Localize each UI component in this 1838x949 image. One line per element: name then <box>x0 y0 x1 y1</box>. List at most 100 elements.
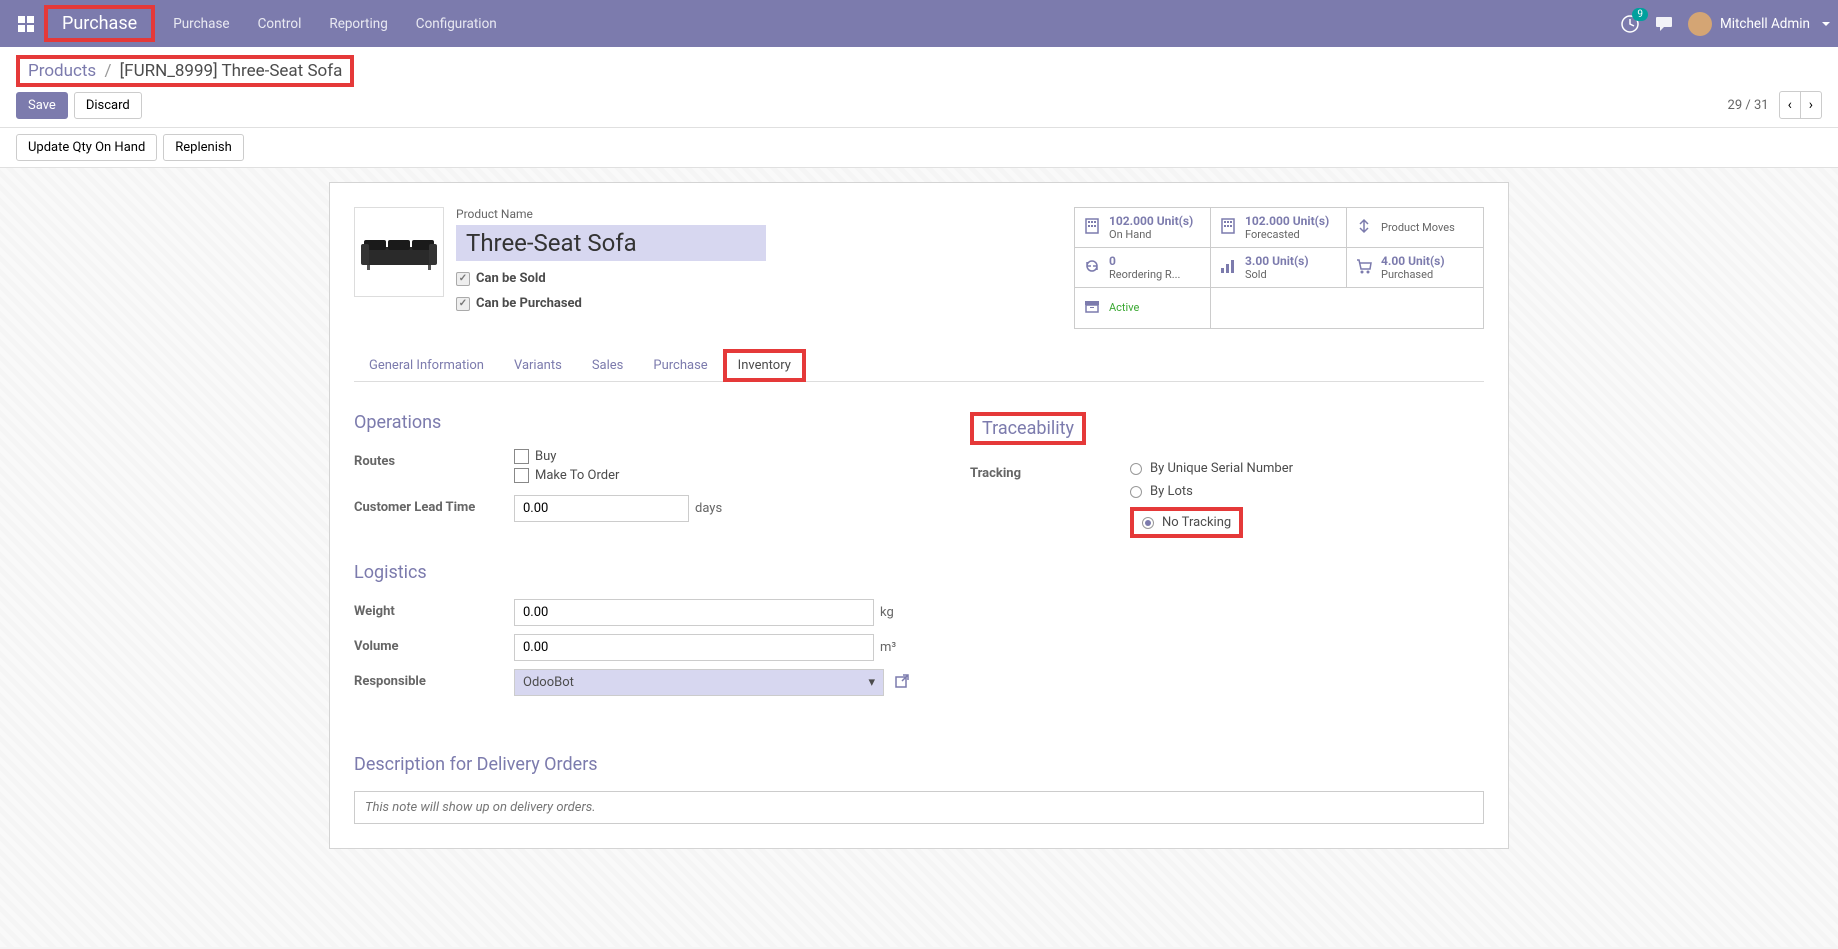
description-title: Description for Delivery Orders <box>354 754 1484 775</box>
control-panel: Products / [FURN_8999] Three-Seat Sofa S… <box>0 47 1838 128</box>
route-buy-label: Buy <box>535 449 556 464</box>
forecasted-value: 102.000 Unit(s) <box>1245 214 1329 228</box>
active-label: Active <box>1109 301 1139 314</box>
tab-purchase[interactable]: Purchase <box>638 349 722 382</box>
weight-input[interactable] <box>514 599 874 626</box>
product-name-label: Product Name <box>456 207 1062 221</box>
breadcrumb: Products / [FURN_8999] Three-Seat Sofa <box>16 55 354 87</box>
tracking-label: Tracking <box>970 461 1130 481</box>
tabs: General Information Variants Sales Purch… <box>354 349 1484 382</box>
cart-icon <box>1355 257 1373 279</box>
operations-title: Operations <box>354 412 910 433</box>
menu-purchase[interactable]: Purchase <box>173 16 229 32</box>
responsible-value: OdooBot <box>523 675 574 690</box>
user-menu[interactable]: Mitchell Admin <box>1688 12 1830 36</box>
external-link-icon[interactable] <box>894 673 910 693</box>
volume-label: Volume <box>354 634 514 654</box>
messages-icon[interactable] <box>1654 14 1674 34</box>
exchange-icon <box>1355 217 1373 239</box>
stat-purchased[interactable]: 4.00 Unit(s)Purchased <box>1347 248 1483 288</box>
avatar <box>1688 12 1712 36</box>
tracking-none-radio[interactable] <box>1142 517 1154 529</box>
user-name: Mitchell Admin <box>1720 16 1810 32</box>
purchased-label: Purchased <box>1381 268 1445 281</box>
stat-sold[interactable]: 3.00 Unit(s)Sold <box>1211 248 1347 288</box>
tracking-none-label: No Tracking <box>1162 515 1231 530</box>
responsible-label: Responsible <box>354 669 514 689</box>
building-icon <box>1219 217 1237 239</box>
tracking-lots-radio[interactable] <box>1130 486 1142 498</box>
breadcrumb-link[interactable]: Products <box>28 61 96 81</box>
tab-inventory[interactable]: Inventory <box>723 349 806 382</box>
pager: 29 / 31 ‹ › <box>1728 91 1822 119</box>
archive-icon <box>1083 297 1101 319</box>
product-name-input[interactable] <box>456 225 766 261</box>
lead-time-input[interactable] <box>514 495 689 522</box>
stat-moves[interactable]: Product Moves <box>1347 208 1483 248</box>
replenish-button[interactable]: Replenish <box>163 134 243 161</box>
logistics-title: Logistics <box>354 562 910 583</box>
menu-control[interactable]: Control <box>258 16 302 32</box>
stat-buttons: 102.000 Unit(s)On Hand 102.000 Unit(s)Fo… <box>1074 207 1484 329</box>
purchased-value: 4.00 Unit(s) <box>1381 254 1445 268</box>
forecasted-label: Forecasted <box>1245 228 1329 241</box>
pager-text: 29 / 31 <box>1728 98 1769 113</box>
pager-prev[interactable]: ‹ <box>1779 91 1801 119</box>
tab-sales[interactable]: Sales <box>577 349 639 382</box>
menu-reporting[interactable]: Reporting <box>329 16 387 32</box>
stat-reorder[interactable]: 0Reordering R... <box>1075 248 1211 288</box>
app-title: Purchase <box>44 5 155 42</box>
pager-next[interactable]: › <box>1801 91 1822 119</box>
volume-input[interactable] <box>514 634 874 661</box>
lead-time-unit: days <box>689 496 728 521</box>
description-textarea[interactable] <box>354 791 1484 824</box>
weight-label: Weight <box>354 599 514 619</box>
breadcrumb-current: [FURN_8999] Three-Seat Sofa <box>120 61 343 81</box>
discard-button[interactable]: Discard <box>74 92 142 119</box>
route-mto-label: Make To Order <box>535 468 619 483</box>
tab-variants[interactable]: Variants <box>499 349 577 382</box>
save-button[interactable]: Save <box>16 92 68 119</box>
chevron-down-icon <box>1822 22 1830 26</box>
activities-icon[interactable]: 9 <box>1620 14 1640 34</box>
can-be-purchased-label: Can be Purchased <box>476 296 582 311</box>
tab-general[interactable]: General Information <box>354 349 499 382</box>
routes-label: Routes <box>354 449 514 469</box>
on-hand-label: On Hand <box>1109 228 1193 241</box>
chevron-down-icon: ▾ <box>868 675 875 690</box>
stat-forecasted[interactable]: 102.000 Unit(s)Forecasted <box>1211 208 1347 248</box>
form-sheet: Product Name ✓ Can be Sold ✓ Can be Purc… <box>329 182 1509 849</box>
stat-active[interactable]: Active <box>1075 288 1211 328</box>
activities-badge: 9 <box>1632 8 1648 21</box>
apps-icon[interactable] <box>8 6 44 42</box>
tracking-serial-label: By Unique Serial Number <box>1150 461 1293 476</box>
moves-label: Product Moves <box>1381 221 1455 234</box>
menu-configuration[interactable]: Configuration <box>416 16 497 32</box>
breadcrumb-sep: / <box>104 61 111 81</box>
route-mto-checkbox[interactable] <box>514 468 529 483</box>
sold-label: Sold <box>1245 268 1309 281</box>
stat-on-hand[interactable]: 102.000 Unit(s)On Hand <box>1075 208 1211 248</box>
volume-unit: m³ <box>874 635 902 660</box>
can-be-sold-label: Can be Sold <box>476 271 546 286</box>
navbar: Purchase Purchase Control Reporting Conf… <box>0 0 1838 47</box>
route-buy-checkbox[interactable] <box>514 449 529 464</box>
reorder-label: Reordering R... <box>1109 268 1180 281</box>
sofa-icon <box>359 232 439 272</box>
on-hand-value: 102.000 Unit(s) <box>1109 214 1193 228</box>
navbar-menu: Purchase Control Reporting Configuration <box>173 16 1620 32</box>
refresh-icon <box>1083 257 1101 279</box>
weight-unit: kg <box>874 600 900 625</box>
tracking-lots-label: By Lots <box>1150 484 1193 499</box>
traceability-title: Traceability <box>970 412 1086 445</box>
chart-icon <box>1219 257 1237 279</box>
can-be-sold-checkbox[interactable]: ✓ <box>456 272 470 286</box>
can-be-purchased-checkbox[interactable]: ✓ <box>456 297 470 311</box>
tracking-serial-radio[interactable] <box>1130 463 1142 475</box>
action-row: Update Qty On Hand Replenish <box>0 128 1838 168</box>
reorder-value: 0 <box>1109 254 1180 268</box>
update-qty-button[interactable]: Update Qty On Hand <box>16 134 157 161</box>
responsible-select[interactable]: OdooBot ▾ <box>514 669 884 696</box>
sold-value: 3.00 Unit(s) <box>1245 254 1309 268</box>
product-image[interactable] <box>354 207 444 297</box>
